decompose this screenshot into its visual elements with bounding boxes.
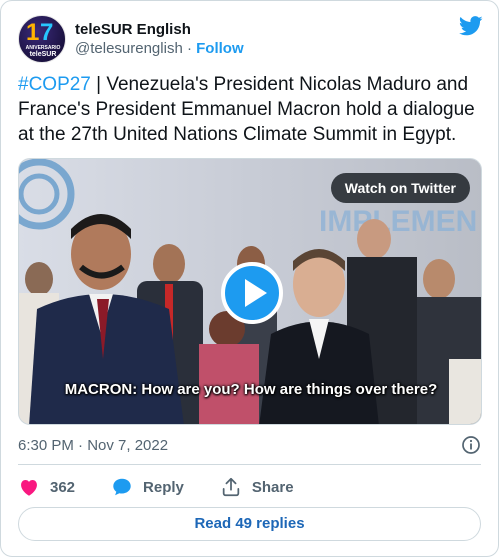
reply-label: Reply xyxy=(143,478,184,496)
avatar-logo-digit: 1 xyxy=(26,19,39,46)
tweet-text: #COP27 | Venezuela's President Nicolas M… xyxy=(18,72,488,147)
like-count: 362 xyxy=(50,478,76,496)
divider xyxy=(18,464,481,465)
heart-icon xyxy=(21,480,37,496)
video-caption: MACRON: How are you? How are things over… xyxy=(64,381,438,398)
author-name[interactable]: teleSUR English xyxy=(75,20,244,39)
play-button[interactable] xyxy=(221,262,283,324)
reply-button[interactable]: Reply xyxy=(111,476,184,498)
tweet-header: 1 7 ANIVERSARIO teleSUR teleSUR English … xyxy=(18,14,483,64)
share-upload-icon xyxy=(222,477,240,497)
author-info: teleSUR English @telesurenglish · Follow xyxy=(75,20,244,58)
avatar-logo-line2: teleSUR xyxy=(29,51,57,58)
avatar-logo-digit-2: 7 xyxy=(40,19,54,46)
info-icon[interactable] xyxy=(461,435,481,455)
tweet-timestamp[interactable]: 6:30 PM · Nov 7, 2022 xyxy=(18,437,168,454)
share-button[interactable]: Share xyxy=(220,476,294,498)
hashtag-link[interactable]: #COP27 xyxy=(18,74,91,95)
follow-button[interactable]: Follow xyxy=(196,40,244,57)
backdrop-lettering: IMPLEMEN xyxy=(319,205,477,238)
tweet-meta: 6:30 PM · Nov 7, 2022 xyxy=(18,434,481,456)
separator-dot: · xyxy=(186,40,192,57)
like-button[interactable]: 362 xyxy=(18,476,75,498)
avatar[interactable]: 1 7 ANIVERSARIO teleSUR xyxy=(18,15,66,63)
share-label: Share xyxy=(251,478,294,496)
author-handle-row: @telesurenglish · Follow xyxy=(75,39,244,58)
tweet-card: 1 7 ANIVERSARIO teleSUR teleSUR English … xyxy=(0,0,499,557)
twitter-bird-icon[interactable] xyxy=(459,16,483,36)
read-replies-button[interactable]: Read 49 replies xyxy=(18,507,481,541)
play-icon xyxy=(245,279,267,307)
video-player[interactable]: IMPLEMEN Watch on Twitter MACRON: How ar… xyxy=(18,158,482,425)
action-bar: 362 Reply Share xyxy=(18,475,294,499)
author-handle[interactable]: @telesurenglish xyxy=(75,40,183,57)
watch-on-twitter-button[interactable]: Watch on Twitter xyxy=(330,173,470,203)
reply-bubble-icon xyxy=(113,478,131,496)
